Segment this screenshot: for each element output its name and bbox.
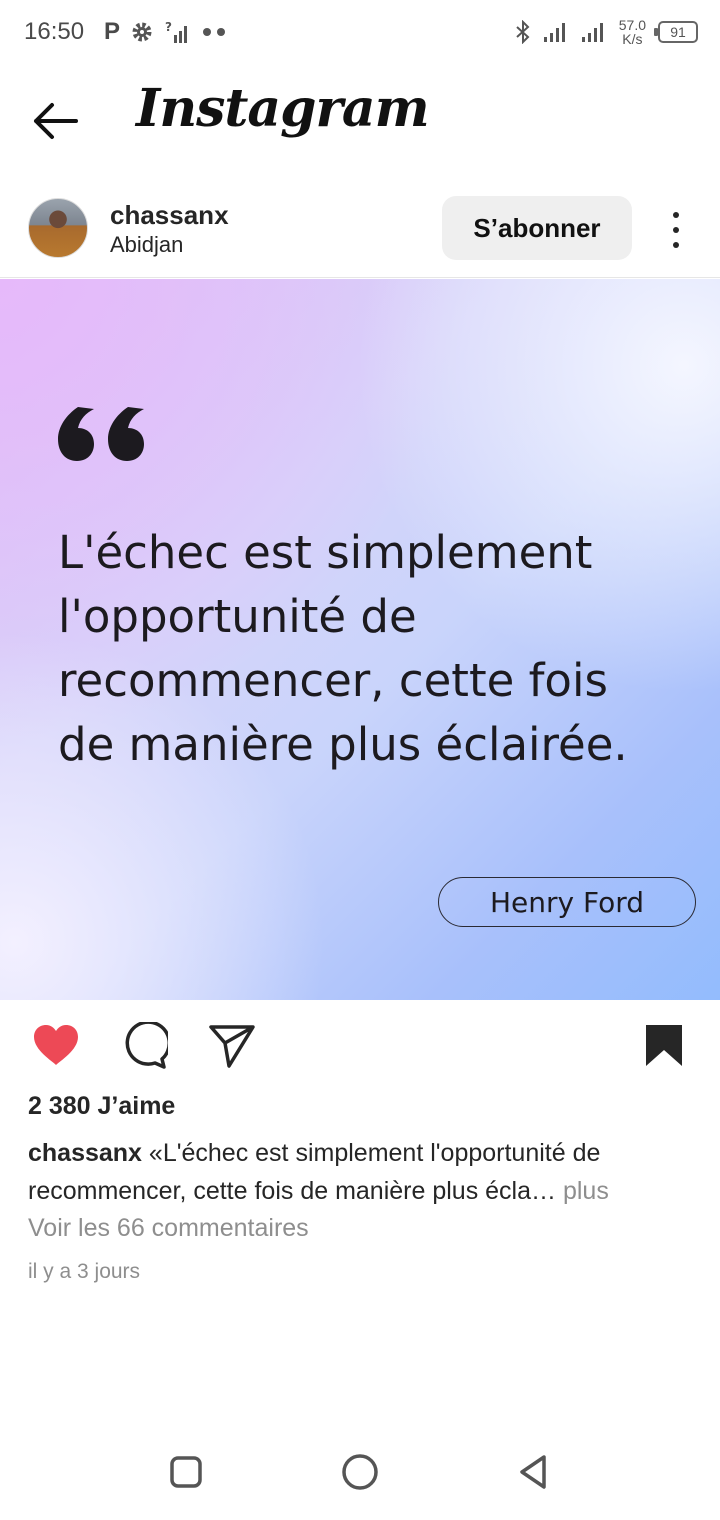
post-image[interactable]: L'échec est simplement l'opportunité de …	[0, 279, 720, 1000]
share-button[interactable]	[208, 1022, 256, 1070]
svg-text:?: ?	[165, 20, 172, 34]
paper-plane-icon	[209, 1025, 255, 1068]
heart-filled-icon	[34, 1025, 78, 1065]
status-right-icons: 57.0 K/s 91	[515, 14, 698, 50]
post-actions	[0, 1000, 720, 1092]
home-button[interactable]	[338, 1450, 382, 1494]
follow-button[interactable]: S’abonner	[442, 196, 632, 260]
post-username[interactable]: chassanx	[110, 200, 229, 231]
caption-more-link[interactable]: plus	[556, 1177, 609, 1205]
recents-button[interactable]	[164, 1450, 208, 1494]
signal-unknown-icon: ?	[165, 20, 188, 43]
quote-author: Henry Ford	[438, 877, 696, 927]
more-options-button[interactable]	[660, 208, 692, 252]
quote-text: L'échec est simplement l'opportunité de …	[58, 526, 628, 771]
instagram-logo: Instagram	[136, 78, 430, 139]
caption-username[interactable]: chassanx	[28, 1139, 142, 1167]
like-button[interactable]	[32, 1022, 80, 1070]
app-header: Instagram	[0, 66, 720, 176]
status-bar: 16:50 P ? 57.0 K/s 91	[0, 0, 720, 66]
battery-indicator: 91	[654, 21, 698, 43]
status-time: 16:50	[24, 18, 85, 45]
bookmark-filled-icon	[646, 1025, 682, 1066]
comment-button[interactable]	[120, 1020, 172, 1070]
back-nav-button[interactable]	[512, 1450, 556, 1494]
likes-count[interactable]: 2 380 J’aime	[28, 1092, 175, 1121]
more-dot-icon	[673, 242, 679, 248]
more-dot-icon	[673, 227, 679, 233]
dots-icon	[203, 28, 226, 36]
avatar[interactable]	[28, 198, 88, 258]
network-speed-unit: K/s	[622, 31, 643, 47]
back-button[interactable]	[28, 96, 84, 146]
recents-square-icon	[170, 1456, 202, 1488]
status-left-icons: P ?	[104, 18, 228, 46]
gear-icon	[132, 22, 152, 42]
back-triangle-icon	[520, 1455, 546, 1489]
comment-bubble-icon	[125, 1020, 172, 1069]
arrow-left-icon	[34, 103, 78, 139]
save-button[interactable]	[640, 1022, 688, 1070]
post-timestamp: il y a 3 jours	[28, 1260, 141, 1283]
network-speed-value: 57.0	[618, 17, 646, 33]
more-dot-icon	[673, 212, 679, 218]
signal-icon-2	[581, 23, 603, 42]
bluetooth-icon	[516, 20, 530, 44]
post-header: chassanx Abidjan S’abonner	[0, 180, 720, 278]
signal-icon	[543, 23, 565, 42]
post-location[interactable]: Abidjan	[110, 232, 183, 258]
home-circle-icon	[342, 1454, 378, 1490]
system-nav-bar	[0, 1428, 720, 1520]
caption: chassanx «L'échec est simplement l'oppor…	[28, 1134, 698, 1210]
view-comments-link[interactable]: Voir les 66 commentaires	[28, 1214, 309, 1243]
parking-icon: P	[104, 18, 121, 45]
quote-mark-icon	[58, 407, 144, 461]
network-speed: 57.0 K/s	[619, 18, 646, 46]
